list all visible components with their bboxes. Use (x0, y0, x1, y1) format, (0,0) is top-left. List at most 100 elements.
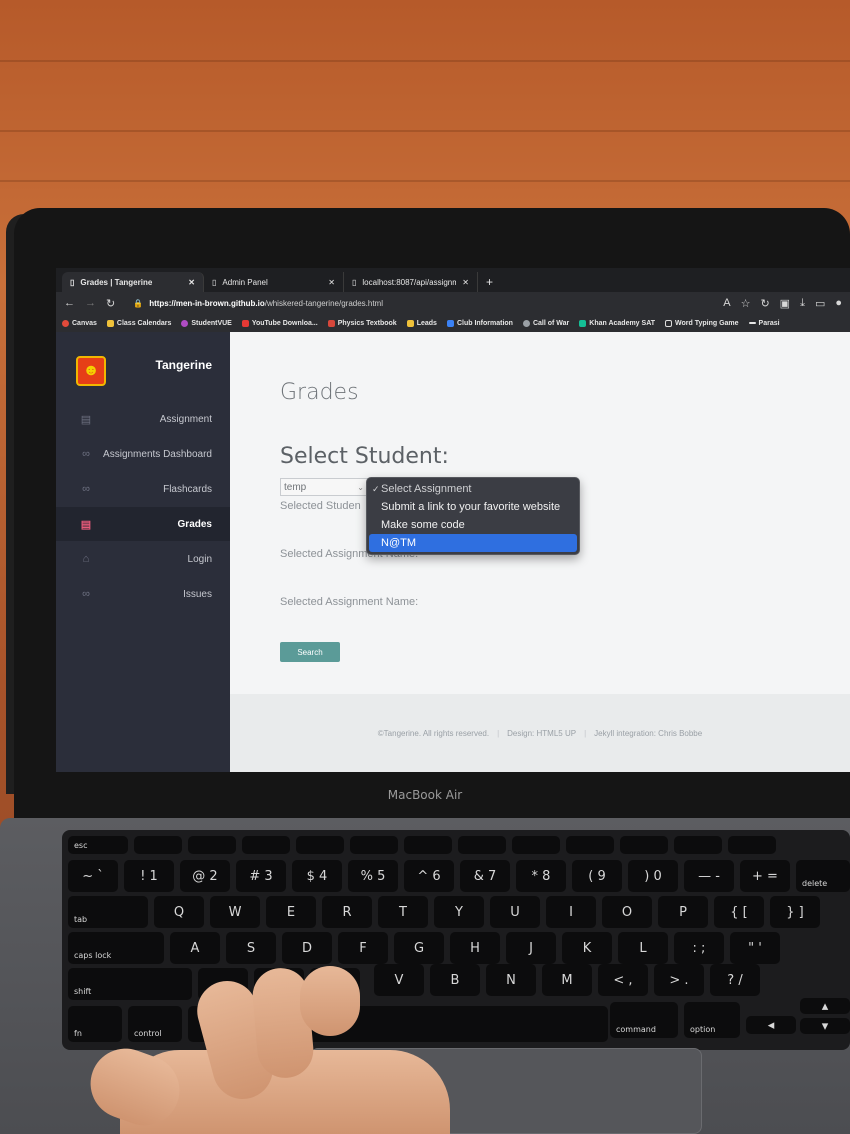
key[interactable]: # 3 (236, 860, 286, 892)
key[interactable]: W (210, 896, 260, 928)
key-f11[interactable] (674, 836, 722, 854)
key-command[interactable]: command (610, 1002, 678, 1038)
key[interactable]: R (322, 896, 372, 928)
bookmark-youtube-downloader[interactable]: YouTube Downloa... (241, 319, 318, 327)
key[interactable]: + = (740, 860, 790, 892)
key[interactable]: N (486, 964, 536, 996)
bookmark-physics-textbook[interactable]: Physics Textbook (327, 319, 397, 327)
sidebar-item-issues[interactable]: ∞ Issues (56, 577, 230, 611)
favorite-star-icon[interactable]: ☆ (741, 297, 751, 310)
site-name[interactable]: Tangerine (156, 358, 212, 372)
dropdown-option[interactable]: ✓ Select Assignment (369, 480, 577, 498)
key[interactable]: Y (434, 896, 484, 928)
key[interactable]: ? / (710, 964, 760, 996)
design-credit-link[interactable]: Design: HTML5 UP (507, 729, 576, 738)
key-arrow-up[interactable]: ▴ (800, 998, 850, 1014)
key-f5[interactable] (350, 836, 398, 854)
key[interactable]: " ' (730, 932, 780, 964)
downloads-icon[interactable]: ⤓ (800, 297, 805, 310)
sidebar-item-grades[interactable]: ▤ Grades (56, 507, 230, 541)
key-f12[interactable] (728, 836, 776, 854)
forward-icon[interactable]: → (85, 297, 96, 309)
key[interactable]: @ 2 (180, 860, 230, 892)
key[interactable]: G (394, 932, 444, 964)
sidebar-item-flashcards[interactable]: ∞ Flashcards (56, 472, 230, 506)
key[interactable]: ~ ` (68, 860, 118, 892)
bookmark-club-information[interactable]: Club Information (446, 319, 513, 327)
key[interactable]: B (430, 964, 480, 996)
key[interactable]: — - (684, 860, 734, 892)
key[interactable]: * 8 (516, 860, 566, 892)
back-icon[interactable]: ← (64, 297, 75, 309)
bookmark-class-calendars[interactable]: Class Calendars (106, 319, 171, 327)
key[interactable]: ^ 6 (404, 860, 454, 892)
key-f1[interactable] (134, 836, 182, 854)
key[interactable]: I (546, 896, 596, 928)
key-f7[interactable] (458, 836, 506, 854)
key-delete[interactable]: delete (796, 860, 850, 892)
bookmark-canvas[interactable]: Canvas (62, 319, 97, 327)
key[interactable]: A (170, 932, 220, 964)
key[interactable]: T (378, 896, 428, 928)
sidebar-item-login[interactable]: ⌂ Login (56, 542, 230, 576)
key[interactable]: > . (654, 964, 704, 996)
site-logo[interactable]: ☻ (76, 356, 106, 386)
key[interactable]: P (658, 896, 708, 928)
reload-icon[interactable]: ↻ (106, 297, 115, 310)
address-bar[interactable]: 🔒 https://men-in-brown.github.io /whiske… (125, 295, 713, 311)
key[interactable]: U (490, 896, 540, 928)
tab-localhost[interactable]: ▯ localhost:8087/api/assignmen ✕ (344, 272, 478, 292)
key-f4[interactable] (296, 836, 344, 854)
key[interactable]: : ; (674, 932, 724, 964)
dropdown-option[interactable]: Make some code (369, 516, 577, 534)
key[interactable]: K (562, 932, 612, 964)
key[interactable]: M (542, 964, 592, 996)
tab-grades[interactable]: ▯ Grades | Tangerine ✕ (62, 272, 204, 292)
key[interactable]: S (226, 932, 276, 964)
screenshot-icon[interactable]: ▭ (815, 297, 825, 310)
key-f3[interactable] (242, 836, 290, 854)
bookmark-call-of-war[interactable]: Call of War (522, 319, 569, 327)
key-option[interactable]: option (684, 1002, 740, 1038)
key[interactable]: { [ (714, 896, 764, 928)
key-f9[interactable] (566, 836, 614, 854)
jekyll-credit-link[interactable]: Jekyll integration: Chris Bobbe (594, 729, 702, 738)
key-shift[interactable]: shift (68, 968, 192, 1000)
search-button[interactable]: Search (280, 642, 340, 662)
key[interactable]: V (374, 964, 424, 996)
student-select[interactable]: temp ⌄ (280, 478, 368, 496)
sidebar-item-assignments-dashboard[interactable]: ∞ Assignments Dashboard (56, 437, 230, 471)
bookmark-parasi[interactable]: Parasi (748, 320, 780, 327)
key-control[interactable]: control (128, 1006, 182, 1042)
key-f8[interactable] (512, 836, 560, 854)
refresh-icon[interactable]: ↻ (760, 297, 769, 310)
close-icon[interactable]: ✕ (462, 278, 469, 287)
profile-avatar[interactable]: ● (835, 297, 842, 309)
key[interactable]: % 5 (348, 860, 398, 892)
key-tab[interactable]: tab (68, 896, 148, 928)
key[interactable]: L (618, 932, 668, 964)
sidebar-item-assignment[interactable]: ▤ Assignment (56, 402, 230, 436)
key[interactable]: ! 1 (124, 860, 174, 892)
key[interactable]: } ] (770, 896, 820, 928)
new-tab-button[interactable]: + (478, 272, 501, 292)
key[interactable]: D (282, 932, 332, 964)
bookmark-leads[interactable]: Leads (406, 319, 437, 327)
close-icon[interactable]: ✕ (328, 278, 335, 287)
bookmark-khan-academy-sat[interactable]: Khan Academy SAT (579, 319, 655, 327)
key[interactable]: J (506, 932, 556, 964)
key-f10[interactable] (620, 836, 668, 854)
key[interactable]: H (450, 932, 500, 964)
key-f6[interactable] (404, 836, 452, 854)
bookmark-studentvue[interactable]: StudentVUE (181, 319, 232, 327)
key-esc[interactable]: esc (68, 836, 128, 854)
read-aloud-icon[interactable]: A (723, 297, 730, 309)
key[interactable]: $ 4 (292, 860, 342, 892)
key-caps-lock[interactable]: caps lock (68, 932, 164, 964)
key[interactable]: ( 9 (572, 860, 622, 892)
split-screen-icon[interactable]: ▣ (780, 297, 790, 310)
key-arrow-left[interactable]: ◂ (746, 1016, 796, 1034)
bookmark-word-typing-game[interactable]: Word Typing Game (665, 319, 739, 327)
key[interactable]: O (602, 896, 652, 928)
key[interactable]: < , (598, 964, 648, 996)
